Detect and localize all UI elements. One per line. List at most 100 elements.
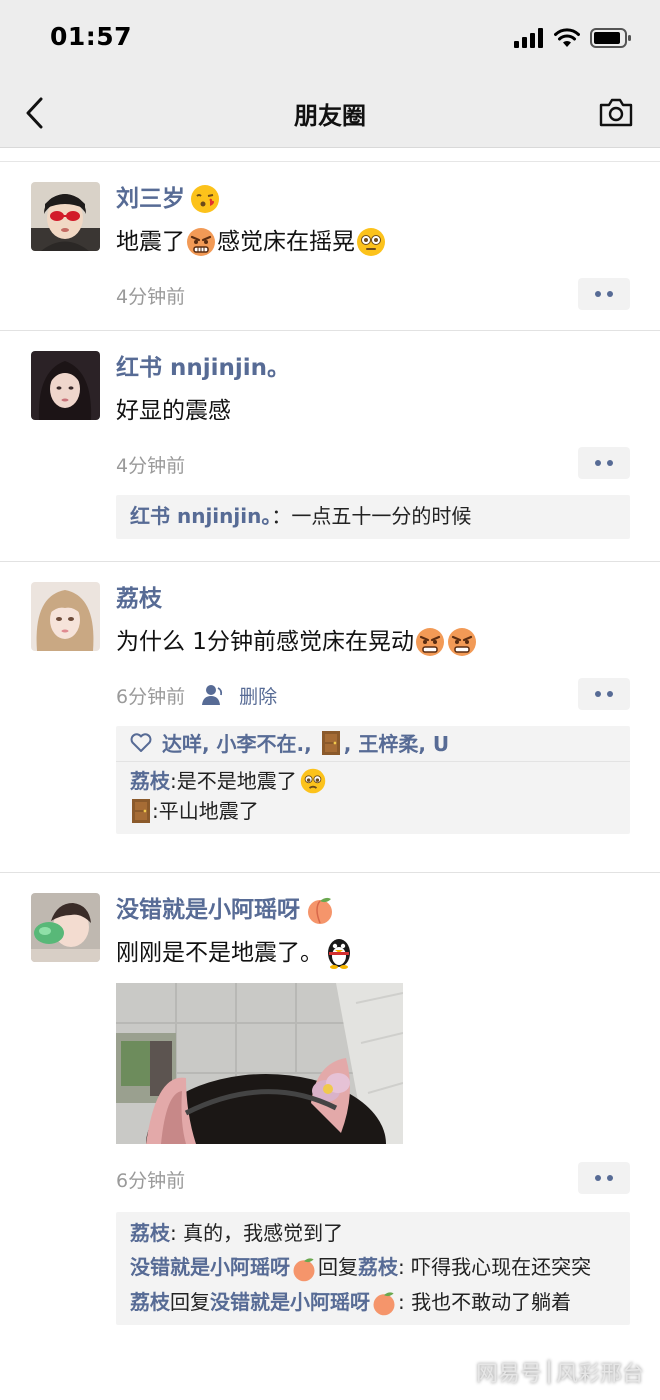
dot-icon [607,1175,613,1181]
comment-separator: : [170,1221,184,1245]
post-action-button[interactable] [578,1162,630,1194]
comment-box: 达咩, 小李不在., , 王梓柔, U 荔枝: 是不是地震了: 平山地震了 [116,726,630,834]
post-author[interactable]: 没错就是小阿瑶呀 [116,893,630,927]
post-text: 地震了 感觉床在摇晃 [116,226,630,258]
door-emoji [321,730,340,755]
comment-separator: ： [271,504,292,528]
post-text-part: 为什么 1分钟前感觉床在晃动 [116,629,414,655]
comment-text: 是不是地震了 [176,769,297,793]
dot-icon [595,691,601,697]
post-time: 6分钟前 [116,1169,186,1192]
comment-text: 一点五十一分的时候 [291,504,472,528]
comment-line[interactable]: 红书 nnjinjin。：一点五十一分的时候 [130,501,616,531]
comment-text: 我也不敢动了躺着 [411,1289,572,1314]
reply-word: 回复 [318,1255,358,1279]
dot-icon [607,691,613,697]
comment-line[interactable]: 荔枝: 真的，我感觉到了 [130,1218,616,1248]
post-photo[interactable] [116,983,403,1144]
camera-icon[interactable] [598,96,634,128]
watermark-account: 风彩邢台 [555,1362,644,1387]
moment-post: 刘三岁 地震了 感觉床在摇晃 4分钟前 [0,162,660,331]
avatar[interactable] [31,182,100,251]
post-author[interactable]: 刘三岁 [116,182,630,216]
moments-feed: 刘三岁 地震了 感觉床在摇晃 4分钟前 红书 nnjinjin。 好显的震感 4… [0,148,660,1325]
comment-line[interactable]: 荔枝回复没错就是小阿瑶呀: 我也不敢动了躺着 [130,1287,616,1318]
heart-icon [130,732,152,752]
comment-author[interactable]: 没错就是小阿瑶呀 [130,1255,290,1279]
comment-line[interactable]: : 平山地震了 [130,796,616,826]
author-name[interactable]: 刘三岁 [116,182,185,216]
comment-author[interactable]: 荔枝 [130,1221,170,1245]
dot-icon [595,1175,601,1181]
angry-face-emoji [415,628,444,656]
flushed-face-emoji [357,228,385,256]
post-text: 刚刚是不是地震了。 [116,937,630,969]
post-action-button[interactable] [578,278,630,310]
avatar[interactable] [31,351,100,420]
avatar[interactable] [31,582,100,651]
watermark: 网易号 风彩邢台 [476,1356,644,1388]
kissing-face-emoji [191,185,219,213]
post-text-part: 感觉床在摇晃 [217,229,355,255]
reply-word: 回复 [170,1289,210,1314]
wifi-icon [554,28,580,47]
comment-author[interactable]: 红书 nnjinjin。 [130,504,271,528]
peach-emoji [373,1292,395,1316]
post-action-button[interactable] [578,447,630,479]
status-icons [514,26,632,50]
post-text: 为什么 1分钟前感觉床在晃动 [116,626,630,658]
author-name[interactable]: 没错就是小阿瑶呀 [116,893,300,927]
comment-reply-to[interactable]: 没错就是小阿瑶呀 [210,1290,370,1314]
post-text-part: 好显的震感 [116,398,231,424]
post-meta: 4分钟前 [116,447,630,481]
feed-top-divider [0,148,660,162]
comment-separator: : [398,1255,412,1279]
post-text: 好显的震感 [116,395,630,427]
signal-icon [514,28,543,48]
post-meta: 6分钟前 删除 [116,678,630,712]
status-time: 01:57 [50,22,133,51]
peach-emoji [308,897,332,924]
delete-link[interactable]: 删除 [201,682,277,709]
comment-author[interactable]: 荔枝 [130,766,170,796]
post-meta: 6分钟前 [116,1162,630,1196]
door-emoji [132,799,150,823]
moment-post: 荔枝 为什么 1分钟前感觉床在晃动 6分钟前 删除 达咩, 小李不在., , 王… [0,562,660,873]
post-author[interactable]: 红书 nnjinjin。 [116,351,630,385]
moment-post: 红书 nnjinjin。 好显的震感 4分钟前 红书 nnjinjin。：一点五… [0,331,660,562]
comment-text: 真的，我感觉到了 [183,1221,344,1245]
dot-icon [607,291,613,297]
author-name[interactable]: 红书 nnjinjin。 [116,351,290,385]
comment-separator: : [398,1289,412,1314]
moment-post: 没错就是小阿瑶呀 刚刚是不是地震了。 6分钟前 荔枝: 真的，我感觉到了 没错就… [0,873,660,1325]
comment-line[interactable]: 没错就是小阿瑶呀 回复荔枝: 吓得我心现在还突突 [130,1252,616,1283]
page-title: 朋友圈 [294,102,366,130]
post-action-button[interactable] [578,678,630,710]
comment-reply-to[interactable]: 荔枝 [358,1255,398,1279]
author-name[interactable]: 荔枝 [116,582,162,616]
post-text-part: 地震了 [116,229,185,255]
comment-text: 吓得我心现在还突突 [411,1255,592,1279]
comment-separator: : [152,799,159,823]
comment-box: 荔枝: 真的，我感觉到了 没错就是小阿瑶呀 回复荔枝: 吓得我心现在还突突 荔枝回… [116,1212,630,1325]
comment-line[interactable]: 荔枝: 是不是地震了 [130,766,616,796]
angry-face-emoji [187,228,215,256]
post-time: 6分钟前 [116,685,186,708]
watermark-divider [547,1360,550,1384]
angry-face-emoji [447,628,476,656]
comment-author[interactable]: 荔枝 [130,1290,170,1314]
avatar[interactable] [31,893,100,962]
penguin-emoji [328,939,350,969]
comment-box: 红书 nnjinjin。：一点五十一分的时候 [116,495,630,539]
likes-names[interactable]: 达咩, 小李不在., [162,728,312,757]
likes-row: 达咩, 小李不在., , 王梓柔, U [116,728,630,762]
comment-text: 平山地震了 [158,799,259,823]
post-meta: 4分钟前 [116,278,630,312]
delete-label[interactable]: 删除 [239,682,277,709]
post-author[interactable]: 荔枝 [116,582,630,616]
likes-names[interactable]: , 王梓柔, U [344,728,449,757]
watermark-source: 网易号 [475,1362,542,1387]
peach-emoji [293,1257,315,1281]
person-icon [202,685,223,705]
dot-icon [595,460,601,466]
